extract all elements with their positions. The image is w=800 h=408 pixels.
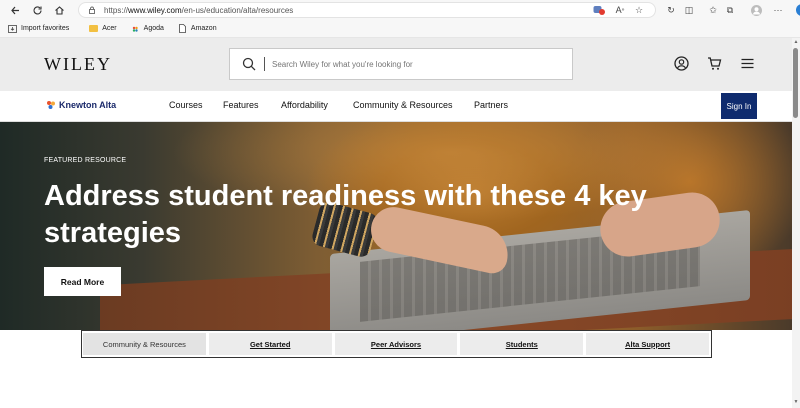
featured-eyebrow: FEATURED RESOURCE [44,157,127,164]
url-domain: www.wiley.com [128,5,182,15]
refresh-page-icon[interactable]: ↻ [664,3,678,17]
nav-partners[interactable]: Partners [474,100,508,110]
bookmarks-bar: Import favorites Acer Agoda Amazon [0,20,800,38]
browser-toolbar: https://www.wiley.com/en-us/education/al… [0,0,800,20]
bookmark-agoda[interactable]: Agoda [131,25,164,33]
scroll-down-arrow-icon[interactable]: ▼ [793,399,799,405]
sign-in-button[interactable]: Sign In [721,93,757,119]
tab-peer-advisors[interactable]: Peer Advisors [334,333,459,355]
tab-alta-support[interactable]: Alta Support [586,333,710,355]
nav-features[interactable]: Features [223,100,259,110]
knewton-subnav: Knewton Alta Courses Features Affordabil… [0,91,792,122]
page-icon [178,24,187,33]
toolbar-icons-right: ↻ ◫ ✩ ⧉ ··· b [664,3,800,17]
toolbar-icons: A» ☆ [592,3,646,17]
search-input[interactable] [272,59,552,69]
url-prefix: https:// [104,5,129,15]
nav-affordability[interactable]: Affordability [281,100,328,110]
hamburger-menu-icon[interactable] [740,56,755,71]
read-more-button[interactable]: Read More [44,267,121,296]
url-path: /en-us/education/alta/resources [181,5,294,15]
folder-icon [89,25,99,33]
cart-icon[interactable] [707,56,722,71]
favorites-icon[interactable]: ✩ [706,3,720,17]
scroll-thumb[interactable] [793,48,798,118]
nav-courses[interactable]: Courses [169,100,203,110]
split-screen-icon[interactable]: ◫ [682,3,696,17]
account-icon[interactable] [674,56,689,71]
import-icon [8,24,17,33]
refresh-icon[interactable] [30,3,44,17]
search-caret [264,57,265,71]
search-icon[interactable] [242,57,256,71]
back-arrow-icon[interactable] [8,3,22,17]
profile-avatar-icon[interactable] [749,3,763,17]
home-icon[interactable] [52,3,66,17]
bing-copilot-icon[interactable]: b [795,3,800,17]
collections-icon[interactable]: ⧉ [723,3,737,17]
extension-badge-icon[interactable] [592,3,606,17]
lock-icon [87,6,96,15]
bookmark-amazon[interactable]: Amazon [178,24,217,33]
page-scrollbar[interactable]: ▲ ▼ [792,38,800,408]
tab-students[interactable]: Students [460,333,585,355]
nav-community-resources[interactable]: Community & Resources [353,100,453,110]
favorite-star-icon[interactable]: ☆ [632,3,646,17]
scroll-up-arrow-icon[interactable]: ▲ [793,39,799,45]
address-bar[interactable]: https://www.wiley.com/en-us/education/al… [78,2,656,18]
tab-get-started[interactable]: Get Started [208,333,333,355]
wiley-logo[interactable]: WILEY [44,54,112,75]
site-header: WILEY [0,38,792,91]
more-menu-icon[interactable]: ··· [771,3,785,17]
bookmark-import-favorites[interactable]: Import favorites [8,24,69,33]
read-aloud-icon[interactable]: A» [613,3,627,17]
bookmark-acer[interactable]: Acer [89,25,117,33]
hero-headline: Address student readiness with these 4 k… [44,180,647,249]
agoda-icon [131,25,140,33]
tab-community-resources[interactable]: Community & Resources [83,333,207,355]
knewton-alta-logo[interactable]: Knewton Alta [46,100,116,110]
knewton-mark-icon [47,101,55,109]
search-box[interactable] [229,48,573,80]
resources-tab-bar: Community & Resources Get Started Peer A… [81,330,712,358]
